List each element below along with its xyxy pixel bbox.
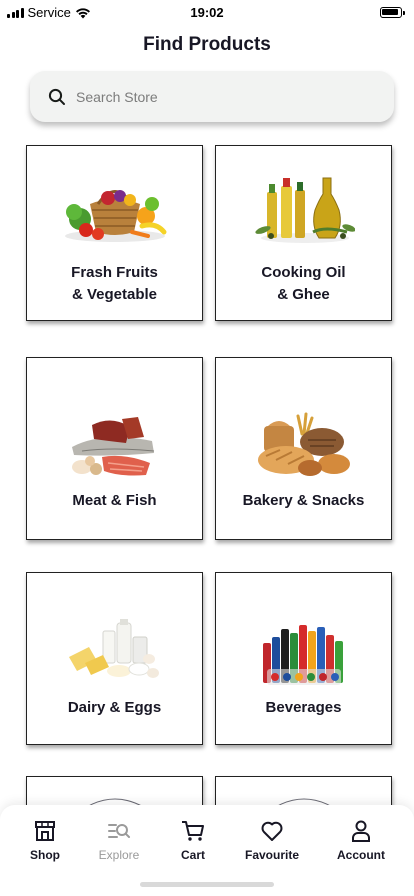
- category-grid: Frash Fruits & Vegetable Cooking Oil & G…: [0, 0, 414, 896]
- category-label: Dairy & Eggs: [67, 699, 162, 716]
- category-card-bakery-snacks[interactable]: Bakery & Snacks: [215, 357, 392, 540]
- category-label: Meat & Fish: [72, 492, 157, 509]
- tab-label: Shop: [30, 848, 60, 862]
- shop-icon: [35, 821, 55, 841]
- fruits-vegetables-image: [65, 190, 167, 242]
- heart-icon: [261, 821, 283, 841]
- tab-favourite[interactable]: Favourite: [232, 819, 312, 862]
- tab-label: Explore: [98, 848, 140, 862]
- category-label: Bakery & Snacks: [242, 492, 365, 509]
- tab-explore[interactable]: Explore: [79, 819, 159, 862]
- category-card-fruits-vegetables[interactable]: Frash Fruits & Vegetable: [26, 145, 203, 321]
- category-card-meat-fish[interactable]: Meat & Fish: [26, 357, 203, 540]
- category-label: Beverages: [265, 699, 342, 716]
- account-icon: [352, 820, 370, 842]
- beverages-image: [263, 625, 343, 685]
- tab-account[interactable]: Account: [321, 819, 401, 862]
- tab-label: Favourite: [244, 848, 299, 862]
- category-card-cooking-oil[interactable]: Cooking Oil & Ghee: [215, 145, 392, 321]
- tab-label: Cart: [180, 848, 205, 862]
- home-indicator: [140, 882, 274, 887]
- tab-label: Account: [337, 848, 385, 862]
- category-label: Cooking Oil & Ghee: [261, 264, 346, 303]
- category-label: Frash Fruits & Vegetable: [71, 264, 158, 303]
- category-card-beverages[interactable]: Beverages: [215, 572, 392, 745]
- category-card-dairy-eggs[interactable]: Dairy & Eggs: [26, 572, 203, 745]
- explore-icon: [108, 824, 130, 838]
- meat-fish-image: [72, 417, 155, 476]
- tab-shop[interactable]: Shop: [5, 819, 85, 862]
- dairy-eggs-image: [69, 619, 159, 678]
- tab-cart[interactable]: Cart: [153, 819, 233, 862]
- cart-icon: [182, 821, 204, 841]
- bakery-image: [258, 412, 350, 476]
- cooking-oil-image: [255, 177, 355, 243]
